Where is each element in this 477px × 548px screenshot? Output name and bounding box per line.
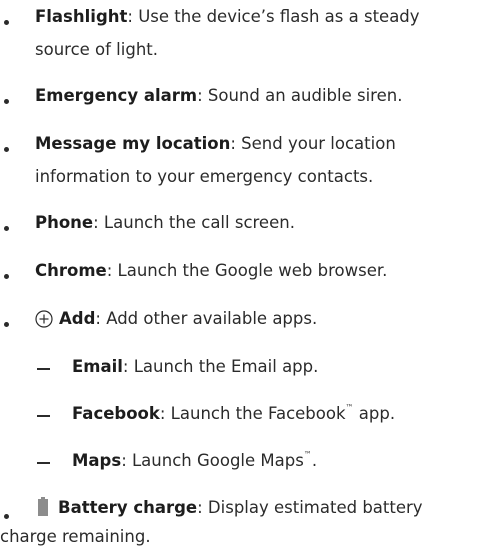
bullet	[4, 20, 9, 25]
item-desc-cont: source of light.	[35, 40, 159, 59]
bullet	[4, 226, 9, 231]
dash	[37, 462, 50, 464]
dash	[37, 368, 50, 370]
feature-list: Flashlight: Use the device’s flash as a …	[0, 0, 477, 546]
item-line: Emergency alarm: Sound an audible siren.	[35, 85, 402, 107]
item-line: Chrome: Launch the Google web browser.	[35, 260, 387, 282]
item-line: Facebook: Launch the Facebook™ app.	[72, 403, 395, 425]
bullet	[4, 322, 9, 327]
item-desc: : Launch the Facebook	[159, 404, 346, 423]
add-circle-icon	[35, 310, 53, 328]
item-term: Battery charge	[58, 498, 198, 517]
bullet	[4, 274, 9, 279]
item-term: Phone	[35, 213, 94, 232]
item-term: Facebook	[72, 404, 160, 423]
item-line: Battery charge: Display estimated batter…	[35, 497, 423, 519]
item-desc: : Launch the Google web browser.	[106, 261, 388, 280]
trademark-mark: ™	[303, 450, 312, 459]
bullet	[4, 99, 9, 104]
dash	[37, 415, 50, 417]
item-desc: : Use the device’s flash as a steady	[127, 7, 420, 26]
item-line: Flashlight: Use the device’s flash as a …	[35, 6, 420, 28]
item-term: Add	[59, 309, 96, 328]
battery-icon	[38, 497, 48, 516]
item-line: Phone: Launch the call screen.	[35, 212, 295, 234]
item-desc: : Launch the Email app.	[122, 357, 319, 376]
item-desc: : Launch Google Maps	[121, 451, 304, 470]
trademark-mark: ™	[345, 403, 354, 412]
item-line: Maps: Launch Google Maps™.	[72, 450, 317, 472]
item-desc-end: app.	[353, 404, 396, 423]
item-term: Email	[72, 357, 123, 376]
item-desc: : Sound an audible siren.	[197, 86, 403, 105]
item-desc-end: .	[311, 451, 318, 470]
item-desc: : Launch the call screen.	[93, 213, 295, 232]
item-desc-cont: information to your emergency contacts.	[35, 167, 374, 186]
item-term: Message my location	[35, 134, 231, 153]
item-line: Message my location: Send your location	[35, 133, 396, 155]
item-line: Email: Launch the Email app.	[72, 356, 318, 378]
item-desc: : Send your location	[230, 134, 396, 153]
item-term: Emergency alarm	[35, 86, 198, 105]
item-line: Add: Add other available apps.	[35, 308, 317, 330]
item-term: Flashlight	[35, 7, 128, 26]
item-term: Maps	[72, 451, 122, 470]
item-desc: : Add other available apps.	[95, 309, 318, 328]
item-term: Chrome	[35, 261, 107, 280]
item-desc: : Display estimated battery	[197, 498, 423, 517]
bullet	[4, 147, 9, 152]
item-desc-cont: charge remaining.	[0, 527, 151, 546]
bullet	[4, 514, 9, 519]
